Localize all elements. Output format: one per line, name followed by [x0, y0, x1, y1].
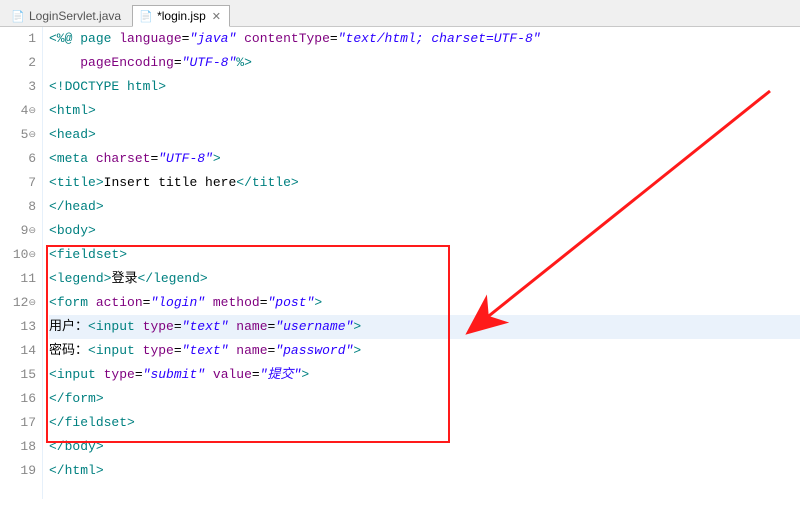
line-number: 3: [0, 75, 36, 99]
code-line[interactable]: <head>: [49, 123, 800, 147]
tab-label: LoginServlet.java: [29, 9, 121, 23]
code-line[interactable]: <body>: [49, 219, 800, 243]
line-number: 9⊖: [0, 219, 36, 243]
code-line[interactable]: </html>: [49, 459, 800, 483]
code-line[interactable]: 用户：<input type="text" name="username">: [49, 315, 800, 339]
line-number: 17: [0, 411, 36, 435]
line-number: 5⊖: [0, 123, 36, 147]
line-number: 8: [0, 195, 36, 219]
line-number: 1: [0, 27, 36, 51]
code-line[interactable]: <html>: [49, 99, 800, 123]
code-line[interactable]: </form>: [49, 387, 800, 411]
java-file-icon: 📄: [11, 9, 25, 23]
tab-bar: 📄 LoginServlet.java 📄 *login.jsp ✕: [0, 0, 800, 27]
line-number-gutter: 1234⊖5⊖6789⊖10⊖1112⊖13141516171819: [0, 27, 43, 499]
tab-login-jsp[interactable]: 📄 *login.jsp ✕: [132, 5, 230, 27]
line-number: 6: [0, 147, 36, 171]
code-line[interactable]: <form action="login" method="post">: [49, 291, 800, 315]
line-number: 2: [0, 51, 36, 75]
line-number: 4⊖: [0, 99, 36, 123]
line-number: 7: [0, 171, 36, 195]
code-line[interactable]: pageEncoding="UTF-8"%>: [49, 51, 800, 75]
jsp-file-icon: 📄: [139, 9, 153, 23]
close-icon[interactable]: ✕: [212, 10, 221, 23]
code-line[interactable]: </body>: [49, 435, 800, 459]
code-line[interactable]: 密码：<input type="text" name="password">: [49, 339, 800, 363]
code-line[interactable]: <%@ page language="java" contentType="te…: [49, 27, 800, 51]
line-number: 14: [0, 339, 36, 363]
line-number: 11: [0, 267, 36, 291]
code-line[interactable]: <input type="submit" value="提交">: [49, 363, 800, 387]
line-number: 18: [0, 435, 36, 459]
code-line[interactable]: <legend>登录</legend>: [49, 267, 800, 291]
code-editor[interactable]: 1234⊖5⊖6789⊖10⊖1112⊖13141516171819 <%@ p…: [0, 27, 800, 499]
line-number: 10⊖: [0, 243, 36, 267]
line-number: 16: [0, 387, 36, 411]
code-line[interactable]: <meta charset="UTF-8">: [49, 147, 800, 171]
code-area[interactable]: <%@ page language="java" contentType="te…: [43, 27, 800, 499]
line-number: 19: [0, 459, 36, 483]
tab-label: *login.jsp: [157, 9, 206, 23]
line-number: 13: [0, 315, 36, 339]
code-line[interactable]: </fieldset>: [49, 411, 800, 435]
code-line[interactable]: <title>Insert title here</title>: [49, 171, 800, 195]
tab-loginservlet[interactable]: 📄 LoginServlet.java: [4, 5, 130, 26]
code-line[interactable]: <fieldset>: [49, 243, 800, 267]
code-line[interactable]: <!DOCTYPE html>: [49, 75, 800, 99]
line-number: 15: [0, 363, 36, 387]
code-line[interactable]: </head>: [49, 195, 800, 219]
line-number: 12⊖: [0, 291, 36, 315]
